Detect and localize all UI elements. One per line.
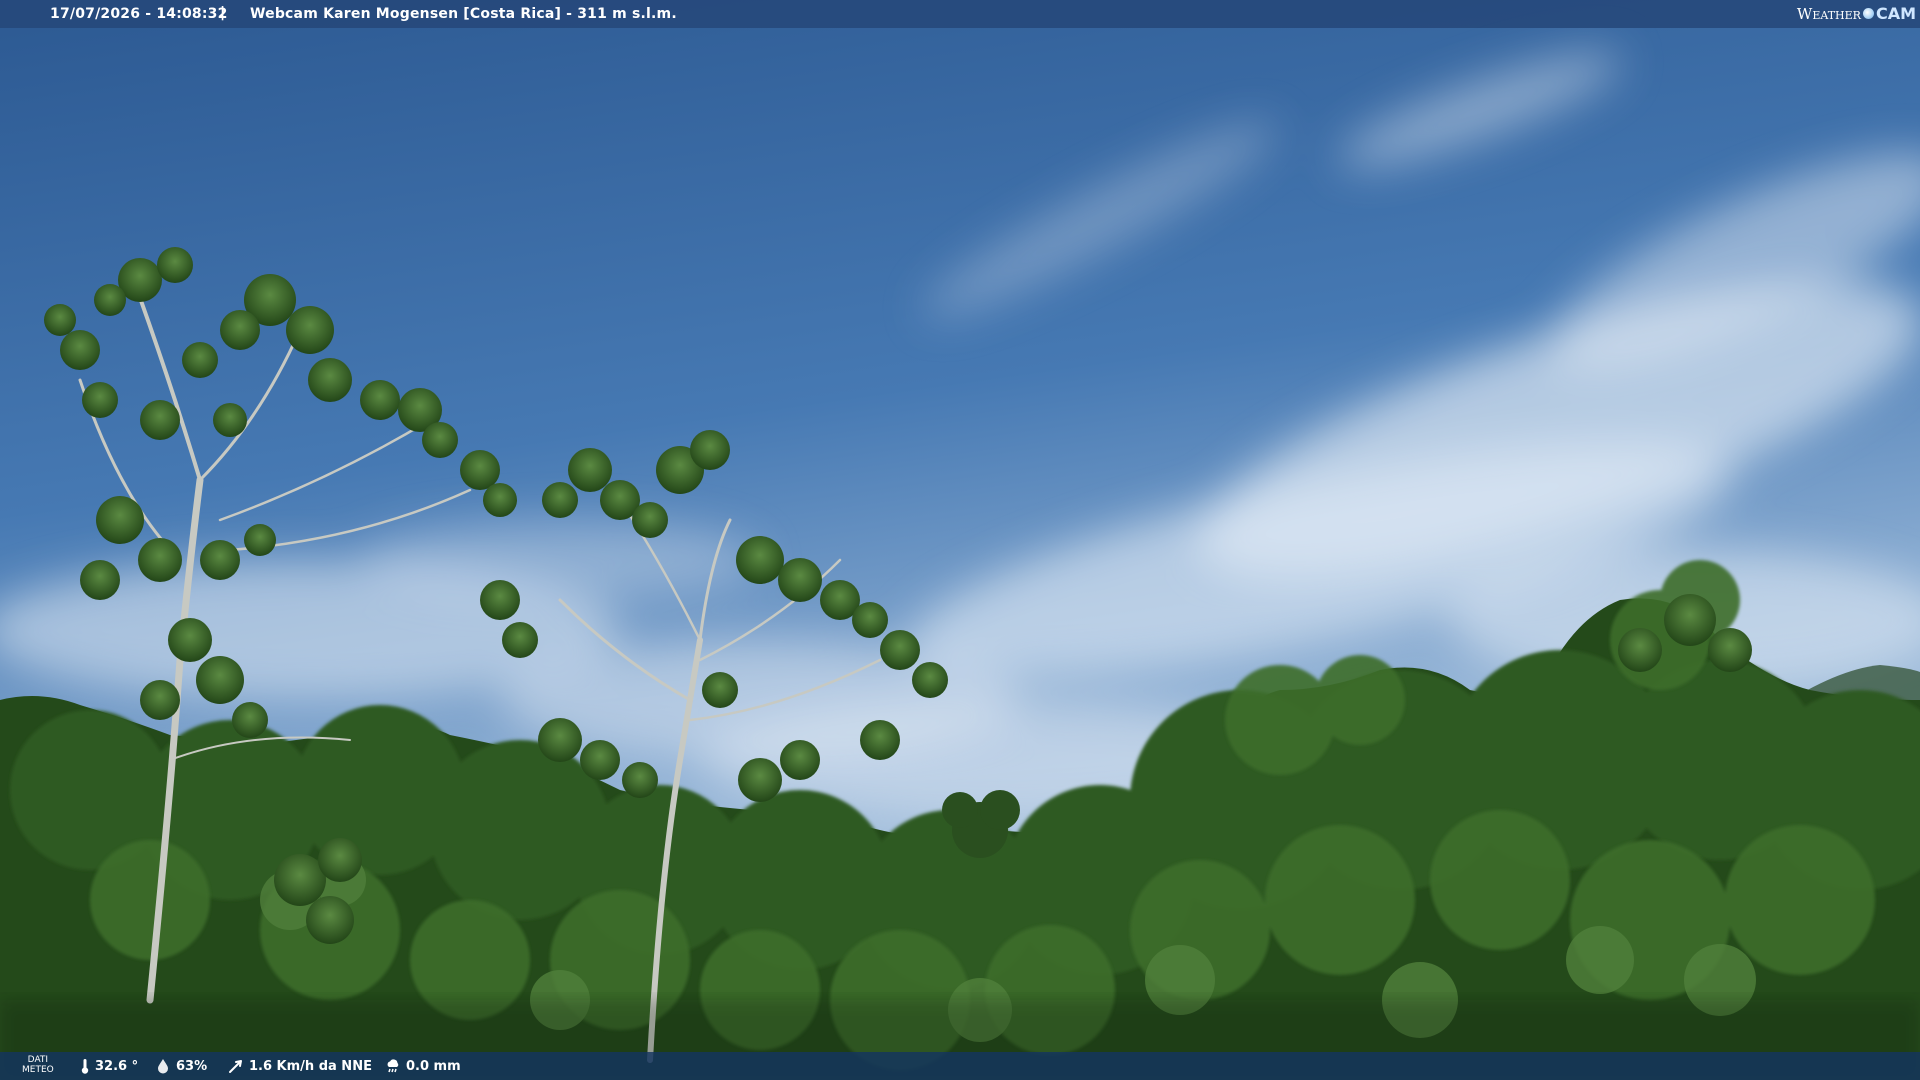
- timestamp: 17/07/2026 - 14:08:32: [50, 6, 228, 22]
- wind-arrow-icon: [229, 1060, 242, 1073]
- logo-globe-icon: [1862, 8, 1874, 19]
- temperature-value: 32.6 °: [95, 1058, 139, 1074]
- logo-suffix: CAM: [1875, 4, 1916, 23]
- weather-data-label: DATI METEO: [22, 1055, 54, 1075]
- logo-word: Weather: [1796, 4, 1861, 23]
- header-separator: |: [220, 5, 226, 21]
- humidity-value: 63%: [176, 1058, 208, 1074]
- rain-value: 0.0 mm: [406, 1058, 461, 1074]
- humidity-reading: 63%: [155, 1058, 207, 1074]
- rain-reading: 0.0 mm: [385, 1058, 461, 1074]
- thermometer-icon: [81, 1059, 89, 1074]
- weather-data-bar: DATI METEO 32.6 ° 63% 1.6 Km/h da NNE 0.…: [0, 1052, 1920, 1080]
- temperature-reading: 32.6 °: [80, 1058, 138, 1074]
- wind-reading: 1.6 Km/h da NNE: [228, 1058, 372, 1074]
- rain-cloud-icon: [387, 1059, 399, 1073]
- webcam-title: Webcam Karen Mogensen [Costa Rica] - 311…: [250, 6, 677, 22]
- humidity-drop-icon: [158, 1059, 168, 1074]
- info-header-bar: 17/07/2026 - 14:08:32 | Webcam Karen Mog…: [0, 0, 1920, 28]
- webcam-scene: [0, 0, 1920, 1080]
- weathercam-logo: Weather CAM: [1797, 4, 1916, 23]
- wind-value: 1.6 Km/h da NNE: [249, 1058, 372, 1074]
